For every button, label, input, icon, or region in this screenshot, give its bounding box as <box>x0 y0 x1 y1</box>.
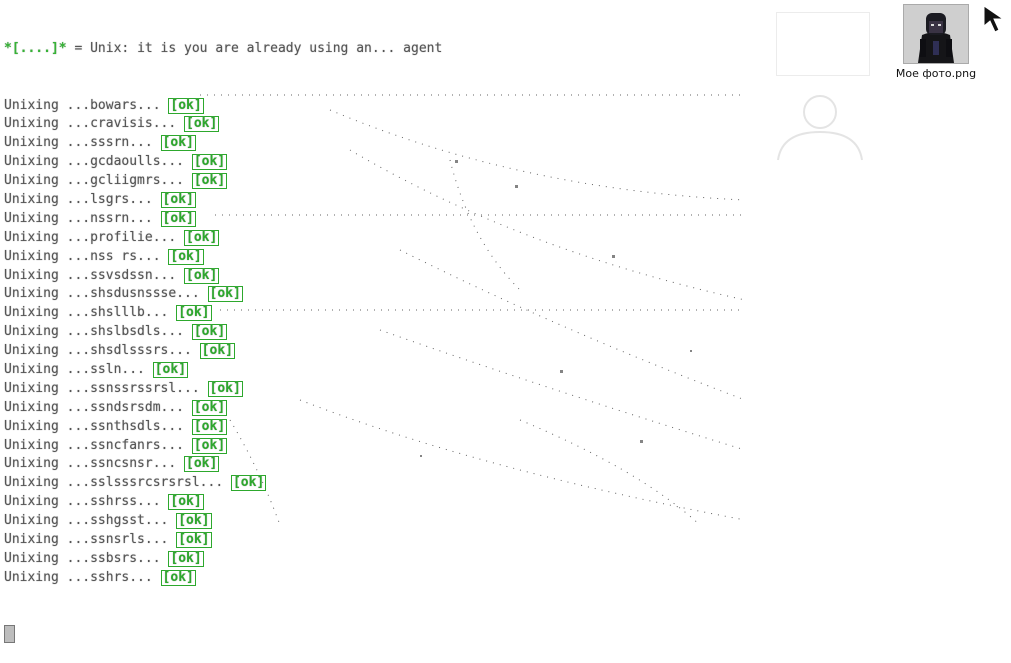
terminal-cursor <box>4 625 15 644</box>
terminal-line: Unixing ...ssvsdssn... [ok] <box>4 267 764 286</box>
terminal-line: Unixing ...shslbsdls... [ok] <box>4 323 764 342</box>
terminal-line: Unixing ...gcliigmrs... [ok] <box>4 172 764 191</box>
ok-status-badge: [ok] <box>184 267 220 284</box>
ok-status-badge: [ok] <box>168 550 204 567</box>
terminal-line: Unixing ...cravisis... [ok] <box>4 115 764 134</box>
terminal-line: Unixing ...sslsssrcsrsrsl... [ok] <box>4 474 764 493</box>
terminal-line: Unixing ...nssrn... [ok] <box>4 210 764 229</box>
ok-status-badge: [ok] <box>191 173 228 190</box>
terminal-line: Unixing ...ssln... [ok] <box>4 361 764 380</box>
terminal-header-line: *[....]* = Unix: it is you are already u… <box>4 40 764 59</box>
terminal-line: Unixing ...sshrss... [ok] <box>4 493 764 512</box>
terminal-line: Unixing ...shsdlsssrs... [ok] <box>4 342 764 361</box>
terminal-prompt-line[interactable] <box>4 625 764 644</box>
terminal-line: Unixing ...sshgsst... [ok] <box>4 512 764 531</box>
terminal-line: Unixing ...ssndsrsdm... [ok] <box>4 399 764 418</box>
terminal-line-text: Unixing ...lsgrs... <box>4 191 153 207</box>
terminal-line-text: Unixing ...nssrn... <box>4 210 153 226</box>
terminal-line: Unixing ...ssncfanrs... [ok] <box>4 437 764 456</box>
photo-frame <box>776 12 870 76</box>
terminal-line-text: Unixing ...ssvsdssn... <box>4 267 177 283</box>
terminal-output: *[....]* = Unix: it is you are already u… <box>4 2 764 663</box>
terminal-line-text: Unixing ...ssnthsdls... <box>4 418 185 434</box>
mouse-pointer-icon <box>983 5 1005 33</box>
ok-status-badge: [ok] <box>176 305 212 322</box>
terminal-line: Unixing ...sshrs... [ok] <box>4 569 764 588</box>
terminal-line-text: Unixing ...cravisis... <box>4 116 177 132</box>
terminal-line-text: Unixing ...sslsssrcsrsrsl... <box>4 475 224 491</box>
ok-status-badge: [ok] <box>191 324 228 341</box>
photo-thumbnail-icon <box>903 4 969 64</box>
terminal-line-text: Unixing ...sshrss... <box>4 494 161 510</box>
ok-status-badge: [ok] <box>168 97 204 114</box>
terminal-line-text: Unixing ...shslbsdls... <box>4 324 185 340</box>
terminal-line-text: Unixing ...bowars... <box>4 97 161 113</box>
ok-status-badge: [ok] <box>191 399 228 416</box>
ok-status-badge: [ok] <box>184 456 220 473</box>
terminal-line-text: Unixing ...ssnssrssrsl... <box>4 380 200 396</box>
terminal-line-text: Unixing ...sssrn... <box>4 135 153 151</box>
desktop-file-photo[interactable]: Мое фото.png <box>888 4 984 80</box>
terminal-line-text: Unixing ...ssnsrls... <box>4 532 169 547</box>
terminal-line: Unixing ...gcdaoulls... [ok] <box>4 153 764 172</box>
terminal-line-text: Unixing ...sshgsst... <box>4 513 169 529</box>
ok-status-badge: [ok] <box>230 475 267 492</box>
ok-status-badge: [ok] <box>160 135 196 152</box>
terminal-line-text: Unixing ...ssncfanrs... <box>4 437 185 453</box>
ok-status-badge: [ok] <box>207 380 243 397</box>
ok-status-badge: [ok] <box>191 437 228 454</box>
terminal-line: Unixing ...ssncsnsr... [ok] <box>4 455 764 474</box>
ok-status-badge: [ok] <box>176 513 212 530</box>
terminal-line-text: Unixing ...ssbsrs... <box>4 550 161 566</box>
terminal-line-text: Unixing ...ssln... <box>4 361 145 377</box>
ok-status-badge: [ok] <box>160 191 196 208</box>
terminal-line: Unixing ...ssbsrs... [ok] <box>4 550 764 569</box>
terminal-line: Unixing ...nss rs... [ok] <box>4 248 764 267</box>
terminal-lines: Unixing ...bowars... [ok] Unixing ...crav… <box>4 97 764 588</box>
ok-status-badge: [ok] <box>191 154 228 171</box>
ok-status-badge: [ok] <box>199 343 235 360</box>
terminal-line-text: Unixing ...nss rs... <box>4 248 161 264</box>
ok-status-badge: [ok] <box>207 286 243 303</box>
ok-status-badge: [ok] <box>191 418 228 435</box>
terminal-line: Unixing ...ssnsrls... [ok] <box>4 531 764 550</box>
terminal-line-text: Unixing ...profilie... <box>4 229 177 245</box>
terminal-line-text: Unixing ...sshrs... <box>4 569 153 585</box>
user-silhouette-icon <box>777 95 863 161</box>
terminal-line-text: Unixing ...ssndsrsdm... <box>4 399 185 415</box>
ok-status-badge: [ok] <box>160 210 196 227</box>
file-label: Мое фото.png <box>895 67 977 80</box>
terminal-line: Unixing ...shslllb... [ok] <box>4 304 764 323</box>
ok-status-badge: [ok] <box>168 248 204 265</box>
terminal-line: Unixing ...ssnthsdls... [ok] <box>4 418 764 437</box>
terminal-line: Unixing ...profilie... [ok] <box>4 229 764 248</box>
terminal-line: Unixing ...shsdusnssse... [ok] <box>4 285 764 304</box>
terminal-line-text: Unixing ...gcdaoulls... <box>4 154 185 170</box>
terminal-line-text: Unixing ...shslllb... <box>4 305 169 321</box>
terminal-line-text: Unixing ...ssncsnsr... <box>4 456 177 472</box>
ok-status-badge: [ok] <box>160 569 196 586</box>
ok-status-badge: [ok] <box>184 116 220 133</box>
terminal-header-prefix: *[....]* <box>4 40 67 56</box>
ok-status-badge: [ok] <box>184 229 220 246</box>
terminal-line-text: Unixing ...shsdusnssse... <box>4 286 200 302</box>
terminal-line: Unixing ...bowars... [ok] <box>4 97 764 116</box>
terminal-line: Unixing ...ssnssrssrsl... [ok] <box>4 380 764 399</box>
terminal-line: Unixing ...sssrn... [ok] <box>4 134 764 153</box>
terminal-line-text: Unixing ...gcliigmrs... <box>4 173 185 189</box>
terminal-header-text: = Unix: it is you are already using an..… <box>66 40 443 56</box>
ok-status-badge: [ok] <box>168 494 204 511</box>
terminal-line-text: Unixing ...shsdlsssrs... <box>4 343 192 359</box>
terminal-line: Unixing ...lsgrs... [ok] <box>4 191 764 210</box>
ok-status-badge: [ok] <box>176 532 212 548</box>
ok-status-badge: [ok] <box>152 361 189 378</box>
